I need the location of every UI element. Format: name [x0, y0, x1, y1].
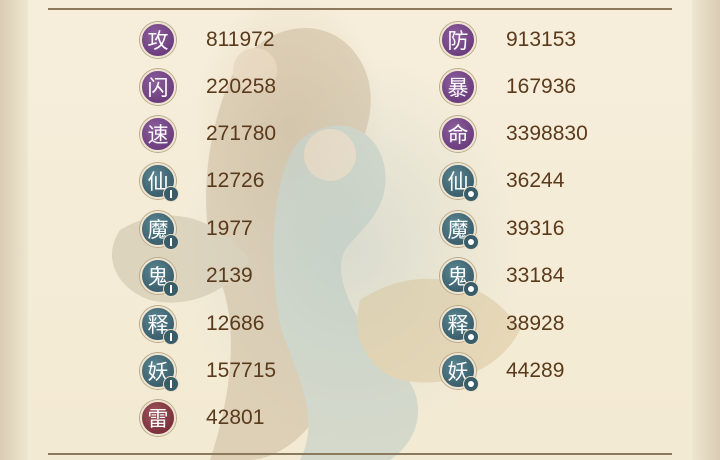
stat-left-speed: 速 271780: [140, 116, 276, 152]
stat-value: 2139: [206, 264, 253, 287]
badge-wrap: 仙: [440, 163, 479, 202]
stat-value: 271780: [206, 122, 277, 145]
stat-right-demon: 魔 39316: [440, 211, 565, 250]
stat-value: 157715: [206, 359, 277, 382]
resist-dot-icon: [463, 376, 479, 392]
badge-wrap: 释: [440, 306, 479, 345]
stat-left-immortal: 仙 12726: [140, 163, 265, 202]
stat-value: 36244: [506, 169, 565, 192]
stat-right-critical: 暴 167936: [440, 69, 576, 105]
badge-wrap: 鬼: [440, 258, 479, 297]
badge-wrap: 仙: [140, 163, 179, 202]
stat-left-dodge: 闪 220258: [140, 69, 276, 105]
badge-wrap: 魔: [440, 211, 479, 250]
stat-value: 44289: [506, 359, 565, 382]
resist-dot-icon: [463, 186, 479, 202]
critical-icon: 暴: [440, 69, 476, 105]
stat-value: 913153: [506, 28, 577, 51]
resist-dot-icon: [463, 234, 479, 250]
stat-value: 1977: [206, 217, 253, 240]
stat-left-ghost: 鬼 2139: [140, 258, 253, 297]
stat-left-thunder: 雷 42801: [140, 400, 264, 436]
resist-bar-icon: [163, 376, 179, 392]
stat-value: 12726: [206, 169, 265, 192]
stat-value: 42801: [206, 406, 265, 429]
top-divider: [48, 8, 672, 10]
defense-icon: 防: [440, 22, 476, 58]
resist-bar-icon: [163, 186, 179, 202]
stat-right-fiend: 妖 44289: [440, 353, 565, 392]
stat-right-hit: 命 3398830: [440, 116, 588, 152]
stat-value: 220258: [206, 75, 277, 98]
badge-wrap: 魔: [140, 211, 179, 250]
resist-dot-icon: [463, 329, 479, 345]
stat-left-demon: 魔 1977: [140, 211, 253, 250]
badge-wrap: 鬼: [140, 258, 179, 297]
stat-left-attack: 攻 811972: [140, 22, 275, 58]
resist-bar-icon: [163, 234, 179, 250]
bottom-divider: [48, 453, 672, 455]
thunder-icon: 雷: [140, 400, 176, 436]
resist-bar-icon: [163, 329, 179, 345]
stat-right-defense: 防 913153: [440, 22, 576, 58]
character-background-art: [111, 28, 520, 460]
stat-right-immortal: 仙 36244: [440, 163, 565, 202]
resist-dot-icon: [463, 281, 479, 297]
attack-icon: 攻: [140, 22, 176, 58]
badge-wrap: 妖: [440, 353, 479, 392]
dodge-icon: 闪: [140, 69, 176, 105]
stat-value: 33184: [506, 264, 565, 287]
stat-right-ghost: 鬼 33184: [440, 258, 565, 297]
panel-right-edge: [692, 0, 720, 460]
stat-right-buddha: 释 38928: [440, 306, 565, 345]
badge-wrap: 妖: [140, 353, 179, 392]
speed-icon: 速: [140, 116, 176, 152]
resist-bar-icon: [163, 281, 179, 297]
stats-panel: 攻 811972 闪 220258 速 271780 仙 12726 魔 197…: [0, 0, 720, 460]
stat-left-fiend: 妖 157715: [140, 353, 277, 392]
hit-icon: 命: [440, 116, 476, 152]
stat-value: 167936: [506, 75, 577, 98]
stat-left-buddha: 释 12686: [140, 306, 265, 345]
stat-value: 811972: [206, 28, 275, 51]
stat-value: 3398830: [506, 122, 588, 145]
stat-value: 38928: [506, 312, 565, 335]
badge-wrap: 释: [140, 306, 179, 345]
panel-left-edge: [0, 0, 28, 460]
stat-value: 12686: [206, 312, 265, 335]
stat-value: 39316: [506, 217, 565, 240]
